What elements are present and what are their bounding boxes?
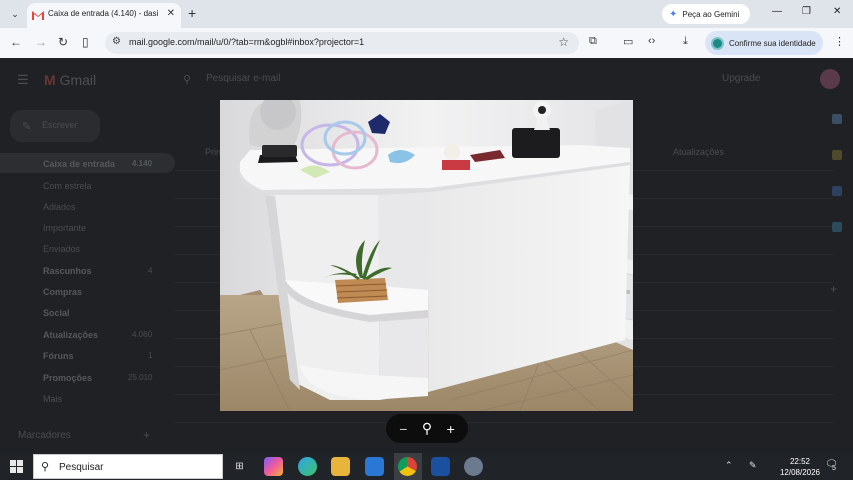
- sidebar-item-forums[interactable]: Fóruns: [43, 351, 74, 361]
- windows-taskbar: ⚲ Pesquisar ⊞ ⌃ ✎ 22:52 12/08/2026 🗨5: [0, 453, 853, 480]
- copilot-icon[interactable]: [264, 457, 283, 476]
- address-bar[interactable]: ⚙ mail.google.com/mail/u/0/?tab=rm&ogbl#…: [105, 32, 579, 54]
- taskbar-search[interactable]: ⚲ Pesquisar: [33, 454, 223, 479]
- browser-toolbar: ← → ↻ ▯ ⚙ mail.google.com/mail/u/0/?tab=…: [0, 28, 853, 58]
- profile-avatar: [711, 36, 724, 50]
- zoom-toolbar: − ⚲ +: [386, 414, 468, 443]
- mail-search-icon[interactable]: ⚲: [183, 73, 191, 86]
- clock-time: 22:52: [789, 457, 811, 466]
- sidebar-count-forums: 1: [148, 351, 153, 360]
- sidebar-item-drafts[interactable]: Rascunhos: [43, 266, 92, 276]
- chrome-icon[interactable]: [398, 457, 417, 476]
- counter-photo-icon: [220, 100, 633, 411]
- upgrade-button[interactable]: Upgrade: [722, 73, 760, 84]
- taskbar-search-label: Pesquisar: [59, 462, 104, 473]
- search-icon: ⚲: [41, 461, 50, 473]
- sidebar-item-sent[interactable]: Enviados: [43, 244, 80, 254]
- sidebar-item-social[interactable]: Social: [43, 308, 70, 318]
- add-addon-icon[interactable]: +: [830, 282, 837, 296]
- url-text: mail.google.com/mail/u/0/?tab=rm&ogbl#in…: [129, 37, 365, 47]
- zoom-in-icon[interactable]: +: [447, 421, 455, 437]
- sidebar-count-drafts: 4: [148, 266, 153, 275]
- ask-gemini-label: Peça ao Gemini: [682, 9, 740, 19]
- clock-date: 12/08/2026: [779, 468, 821, 477]
- add-label-icon[interactable]: +: [143, 428, 150, 442]
- back-icon[interactable]: ←: [10, 35, 22, 49]
- main-menu-icon[interactable]: ☰: [17, 72, 29, 88]
- pen-tray-icon[interactable]: ✎: [749, 460, 757, 471]
- tab-title: Caixa de entrada (4.140) - dasil: [48, 9, 158, 18]
- notification-icon[interactable]: 🗨5: [825, 459, 839, 473]
- sidebar-item-purchases[interactable]: Compras: [43, 287, 82, 297]
- compose-label: Escrever: [42, 120, 78, 130]
- notification-count: 5: [832, 465, 836, 472]
- file-explorer-icon[interactable]: [331, 457, 350, 476]
- screen: ⌄ Caixa de entrada (4.140) - dasil ✕ + ✦…: [0, 0, 853, 480]
- forward-icon[interactable]: →: [35, 35, 47, 49]
- attachment-image: [220, 100, 633, 411]
- new-tab-icon[interactable]: +: [188, 5, 196, 21]
- sidebar-count-inbox: 4.140: [132, 159, 153, 168]
- labels-heading: Marcadores: [18, 430, 71, 441]
- tab-search-icon[interactable]: ⌄: [6, 5, 24, 23]
- tasks-icon[interactable]: [832, 186, 842, 196]
- browser-menu-icon[interactable]: ⋮: [834, 35, 845, 48]
- zoom-reset-icon[interactable]: ⚲: [422, 420, 432, 437]
- tab-updates[interactable]: Atualizações: [673, 147, 724, 157]
- tray-chevron-icon[interactable]: ⌃: [725, 460, 733, 471]
- keep-icon[interactable]: [832, 150, 842, 160]
- sidebar-item-snoozed[interactable]: Adiados: [43, 202, 76, 212]
- divider: [175, 422, 833, 423]
- sidebar-item-important[interactable]: Importante: [43, 223, 86, 233]
- code-icon[interactable]: ‹›: [648, 35, 655, 47]
- star-icon[interactable]: ☆: [558, 35, 569, 49]
- tab-gmail[interactable]: Caixa de entrada (4.140) - dasil ✕: [27, 3, 181, 28]
- task-view-icon[interactable]: ⊞: [230, 457, 249, 476]
- pencil-icon: ✎: [22, 121, 32, 133]
- windows-start-icon[interactable]: [10, 460, 23, 473]
- identity-button[interactable]: Confirme sua identidade: [705, 31, 823, 55]
- extensions-icon[interactable]: ⧉: [589, 35, 597, 48]
- outlook-icon[interactable]: [365, 457, 384, 476]
- gmail-logo: M Gmail: [44, 72, 97, 88]
- sidebar-item-inbox[interactable]: Caixa de entrada: [43, 159, 115, 169]
- gmail-icon: [32, 11, 44, 20]
- sidebar-count-promotions: 25.010: [128, 373, 153, 382]
- zoom-out-icon[interactable]: −: [399, 421, 407, 437]
- download-icon[interactable]: ⤓: [683, 35, 688, 48]
- gemini-icon: ✦: [669, 8, 678, 20]
- ask-gemini-button[interactable]: ✦ Peça ao Gemini: [662, 4, 750, 24]
- contacts-icon[interactable]: [832, 222, 842, 232]
- tab-strip: ⌄ Caixa de entrada (4.140) - dasil ✕ + ✦…: [0, 0, 853, 28]
- split-view-icon[interactable]: ▯: [82, 35, 89, 49]
- sidebar-item-starred[interactable]: Com estrela: [43, 181, 92, 191]
- mail-search-input[interactable]: Pesquisar e-mail: [206, 73, 280, 84]
- restore-icon[interactable]: ❐: [802, 6, 811, 17]
- site-info-icon[interactable]: ⚙: [112, 36, 121, 47]
- compose-button[interactable]: ✎ Escrever: [10, 110, 100, 142]
- reload-icon[interactable]: ↻: [58, 35, 68, 49]
- sidebar-item-updates[interactable]: Atualizações: [43, 330, 98, 340]
- gmail-logo-text: Gmail: [59, 72, 97, 88]
- sidebar-count-updates: 4.060: [132, 330, 153, 339]
- edge-icon[interactable]: [298, 457, 317, 476]
- sidebar-item-more[interactable]: Mais: [43, 394, 62, 404]
- pinned-app-icon[interactable]: [464, 457, 483, 476]
- sidebar-item-promotions[interactable]: Promoções: [43, 373, 92, 383]
- side-panel-rail: +: [823, 108, 853, 388]
- word-app-icon[interactable]: [431, 457, 450, 476]
- identity-label: Confirme sua identidade: [729, 38, 816, 48]
- taskbar-clock[interactable]: 22:52 12/08/2026: [776, 456, 824, 478]
- window-close-icon[interactable]: ✕: [833, 6, 841, 17]
- account-avatar[interactable]: [820, 69, 840, 89]
- reading-mode-icon[interactable]: ▭: [623, 35, 633, 48]
- minimize-icon[interactable]: —: [772, 6, 782, 17]
- calendar-icon[interactable]: [832, 114, 842, 124]
- close-icon[interactable]: ✕: [167, 8, 175, 19]
